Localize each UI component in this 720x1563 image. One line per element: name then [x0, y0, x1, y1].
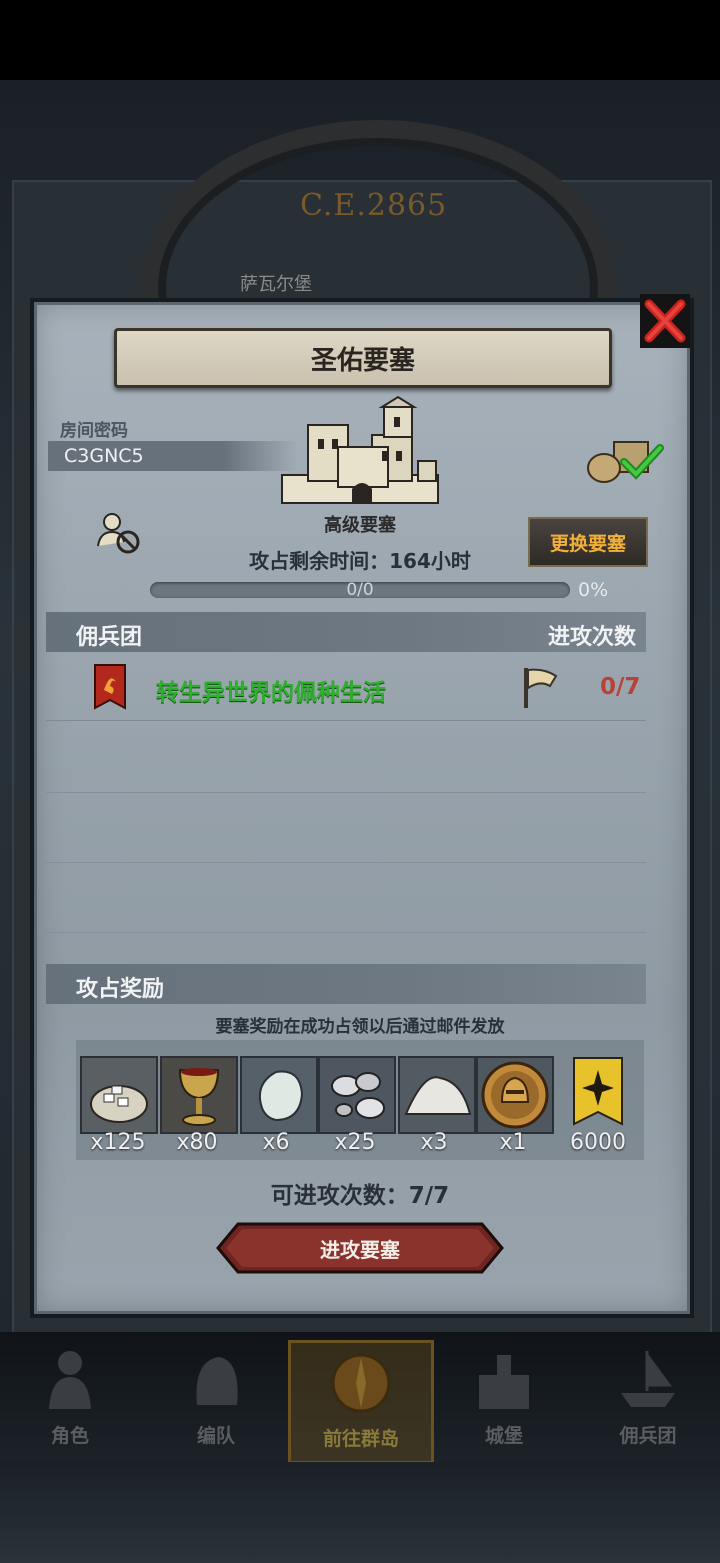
castle-icon	[479, 1355, 529, 1409]
status-bar-area	[0, 0, 720, 80]
reward-qty: x25	[334, 1130, 376, 1155]
nav-item-mercenary[interactable]: 佣兵团	[578, 1340, 718, 1458]
nav-item-castle[interactable]: 城堡	[434, 1340, 574, 1458]
reward-qty: x1	[499, 1130, 527, 1155]
supply-bag-check-icon[interactable]	[584, 434, 664, 484]
background-place-label: 萨瓦尔堡	[240, 274, 312, 295]
reward-item[interactable]	[240, 1056, 318, 1134]
nav-label: 城堡	[484, 1425, 523, 1447]
empty-row-divider	[46, 792, 646, 793]
nav-label: 编队	[196, 1425, 235, 1447]
nav-label: 前往群岛	[322, 1428, 399, 1450]
progress-text: 0/0	[346, 580, 374, 600]
mercenary-header: 佣兵团	[76, 625, 143, 650]
empty-row-divider	[46, 862, 646, 863]
ship-icon	[621, 1350, 675, 1407]
salt-pile-icon	[400, 1058, 474, 1132]
moonstone-icon	[242, 1058, 316, 1132]
nav-item-islands[interactable]: 前往群岛	[288, 1340, 434, 1464]
attacks-available: 可进攻次数：7/7	[270, 1183, 450, 1209]
reward-item[interactable]	[476, 1056, 554, 1134]
progress-percent: 0%	[578, 579, 609, 601]
knight-helmet-coin-icon	[478, 1058, 552, 1132]
reward-header: 攻占奖励	[76, 977, 165, 1002]
time-remaining: 攻占剩余时间：164小时	[249, 549, 471, 573]
attack-count-header: 进攻次数	[548, 625, 637, 650]
nav-label: 角色	[50, 1425, 89, 1447]
ore-sack-icon	[82, 1058, 156, 1132]
reward-qty: x80	[176, 1130, 218, 1155]
helmet-icon	[196, 1357, 238, 1405]
reward-note: 要塞奖励在成功占领以后通过邮件发放	[215, 1017, 505, 1037]
reward-item[interactable]	[398, 1056, 476, 1134]
reward-item[interactable]	[318, 1056, 396, 1134]
guild-banner-icon	[94, 664, 126, 710]
reward-qty: 6000	[570, 1130, 626, 1155]
reward-item[interactable]	[80, 1056, 158, 1134]
reward-qty: x6	[262, 1130, 290, 1155]
attack-flag-icon	[524, 668, 558, 708]
dialog-title: 圣佑要塞	[114, 328, 612, 388]
room-code-label: 房间密码	[60, 421, 128, 441]
room-code-value[interactable]: C3GNC5	[64, 445, 144, 467]
castle-icon	[281, 395, 439, 504]
change-fortress-button[interactable]: 更换要塞	[528, 517, 648, 567]
reward-item[interactable]	[160, 1056, 238, 1134]
nav-item-character[interactable]: 角色	[0, 1340, 140, 1458]
bottom-bezel	[0, 1462, 720, 1563]
gold-banner-icon	[573, 1057, 623, 1126]
goblet-icon	[162, 1058, 236, 1132]
hide-player-icon[interactable]	[96, 512, 142, 554]
close-icon	[644, 299, 686, 343]
mercenary-attack-count: 0/7	[600, 674, 641, 700]
reward-item[interactable]	[568, 1056, 628, 1130]
mercenary-name[interactable]: 转生异世界的佩种生活	[156, 673, 386, 707]
knight-icon	[49, 1351, 91, 1409]
silver-nuggets-icon	[320, 1058, 394, 1132]
era-label: C.E.2865	[300, 188, 448, 223]
empty-row-divider	[46, 932, 646, 933]
fortress-level: 高级要塞	[324, 515, 396, 536]
compass-icon	[331, 1353, 391, 1413]
nav-item-formation[interactable]: 编队	[146, 1340, 286, 1458]
reward-qty: x3	[420, 1130, 448, 1155]
reward-qty: x125	[90, 1130, 146, 1155]
nav-label: 佣兵团	[619, 1425, 677, 1447]
close-button[interactable]	[640, 294, 690, 348]
attack-fortress-button[interactable]: 进攻要塞	[216, 1222, 504, 1274]
